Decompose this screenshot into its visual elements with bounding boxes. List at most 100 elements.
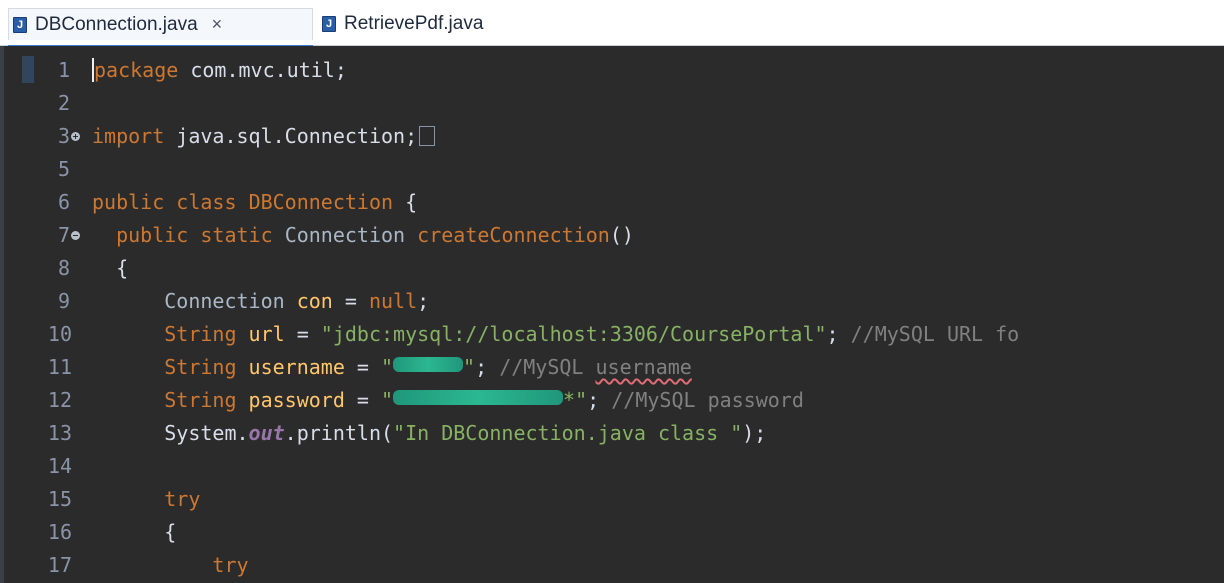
tab-dbconnection[interactable]: J DBConnection.java × [8, 8, 313, 47]
line-number: 1 [57, 58, 70, 82]
code-line[interactable]: 7 public static Connection createConnect… [4, 219, 1224, 252]
code-line[interactable]: 17 try [4, 549, 1224, 582]
line-number: 3 [57, 124, 70, 148]
code-token: String [164, 322, 237, 346]
code-text: import java.sql.Connection; [92, 120, 436, 153]
line-number: 8 [57, 256, 70, 280]
code-line[interactable]: 15 try [4, 483, 1224, 516]
code-line[interactable]: 8 { [4, 252, 1224, 285]
code-token: .println( [284, 421, 394, 445]
code-text: String url = "jdbc:mysql://localhost:330… [92, 318, 1019, 351]
code-token: try [164, 487, 201, 511]
code-token: () [609, 223, 634, 247]
code-token: //MySQL URL fo [850, 322, 1020, 346]
tab-label: RetrievePdf.java [344, 13, 484, 34]
code-token: String [164, 355, 237, 379]
code-line[interactable]: 9 Connection con = null; [4, 285, 1224, 318]
line-number: 9 [57, 289, 70, 313]
code-token: public [116, 223, 189, 247]
line-number: 13 [47, 421, 72, 445]
line-number: 11 [47, 355, 72, 379]
code-token: ); [742, 421, 767, 445]
code-line[interactable]: 13 System.out.println("In DBConnection.j… [4, 417, 1224, 450]
line-number: 7 [57, 223, 70, 247]
code-text: package com.mvc.util; [92, 54, 347, 87]
code-token: { [92, 520, 177, 544]
code-token: Connection [164, 289, 285, 313]
code-token: import [92, 124, 165, 148]
line-number: 5 [57, 157, 70, 181]
code-token: "In DBConnection.java class " [393, 421, 743, 445]
code-token: "jdbc:mysql://localhost:3306/CoursePorta… [320, 322, 827, 346]
code-token: static [200, 223, 273, 247]
code-line[interactable]: 16 { [4, 516, 1224, 549]
code-token: DBConnection [248, 190, 394, 214]
collapse-fold-icon[interactable] [71, 231, 80, 240]
collapsed-imports-marker[interactable] [419, 126, 436, 146]
code-token: //MySQL password [611, 388, 804, 412]
code-token: username [248, 355, 345, 379]
line-number: 17 [47, 553, 72, 577]
code-line[interactable]: 2 [4, 87, 1224, 120]
code-text: String password = " *"; //MySQL password [92, 384, 804, 417]
code-token: *" [563, 388, 588, 412]
code-line[interactable]: 10 String url = "jdbc:mysql://localhost:… [4, 318, 1224, 351]
line-number: 16 [47, 520, 72, 544]
editor-window: J DBConnection.java × J RetrievePdf.java… [0, 0, 1224, 583]
code-token: " [381, 355, 394, 379]
code-token: = [344, 388, 381, 412]
tab-retrievepdf[interactable]: J RetrievePdf.java [322, 8, 483, 40]
code-text: try [92, 483, 200, 516]
close-icon[interactable]: × [212, 14, 223, 35]
code-text: { [92, 252, 128, 285]
code-line[interactable]: 6 public class DBConnection { [4, 186, 1224, 219]
code-token: ; [475, 355, 500, 379]
redacted-text [393, 390, 564, 405]
code-token: class [176, 190, 237, 214]
code-line[interactable]: 14 [4, 450, 1224, 483]
code-token: ; [826, 322, 851, 346]
line-number: 6 [57, 190, 70, 214]
code-token: createConnection [417, 223, 610, 247]
code-token: package [94, 58, 179, 82]
line-number: 2 [57, 91, 70, 115]
code-line[interactable]: 1 package com.mvc.util; [4, 54, 1224, 87]
code-line[interactable]: 11 String username = " "; //MySQL usernam… [4, 351, 1224, 384]
code-text: { [92, 516, 176, 549]
code-editor[interactable]: 1 package com.mvc.util; 2 3 import java.sql.… [0, 46, 1224, 583]
code-token: null [368, 289, 418, 313]
code-token: ; [417, 289, 430, 313]
code-line[interactable]: 3 import java.sql.Connection; [4, 120, 1224, 153]
code-token: System. [92, 421, 249, 445]
code-token: { [92, 256, 129, 280]
code-line[interactable]: 5 [4, 153, 1224, 186]
expand-fold-icon[interactable] [71, 132, 80, 141]
code-token: java.sql.Connection; [164, 124, 418, 148]
code-token: username [595, 355, 692, 379]
tab-label: DBConnection.java [35, 13, 198, 35]
code-token: = [332, 289, 369, 313]
code-token: com.mvc.util; [178, 58, 347, 82]
redacted-text [393, 357, 464, 372]
code-token: ; [587, 388, 612, 412]
line-number: 15 [47, 487, 72, 511]
code-token: //MySQL [499, 355, 596, 379]
code-text: public static Connection createConnectio… [92, 219, 634, 252]
code-token: = [344, 355, 381, 379]
code-line[interactable]: 12 String password = " *"; //MySQL passwo… [4, 384, 1224, 417]
code-token: " [381, 388, 394, 412]
code-text: public class DBConnection { [92, 186, 417, 219]
